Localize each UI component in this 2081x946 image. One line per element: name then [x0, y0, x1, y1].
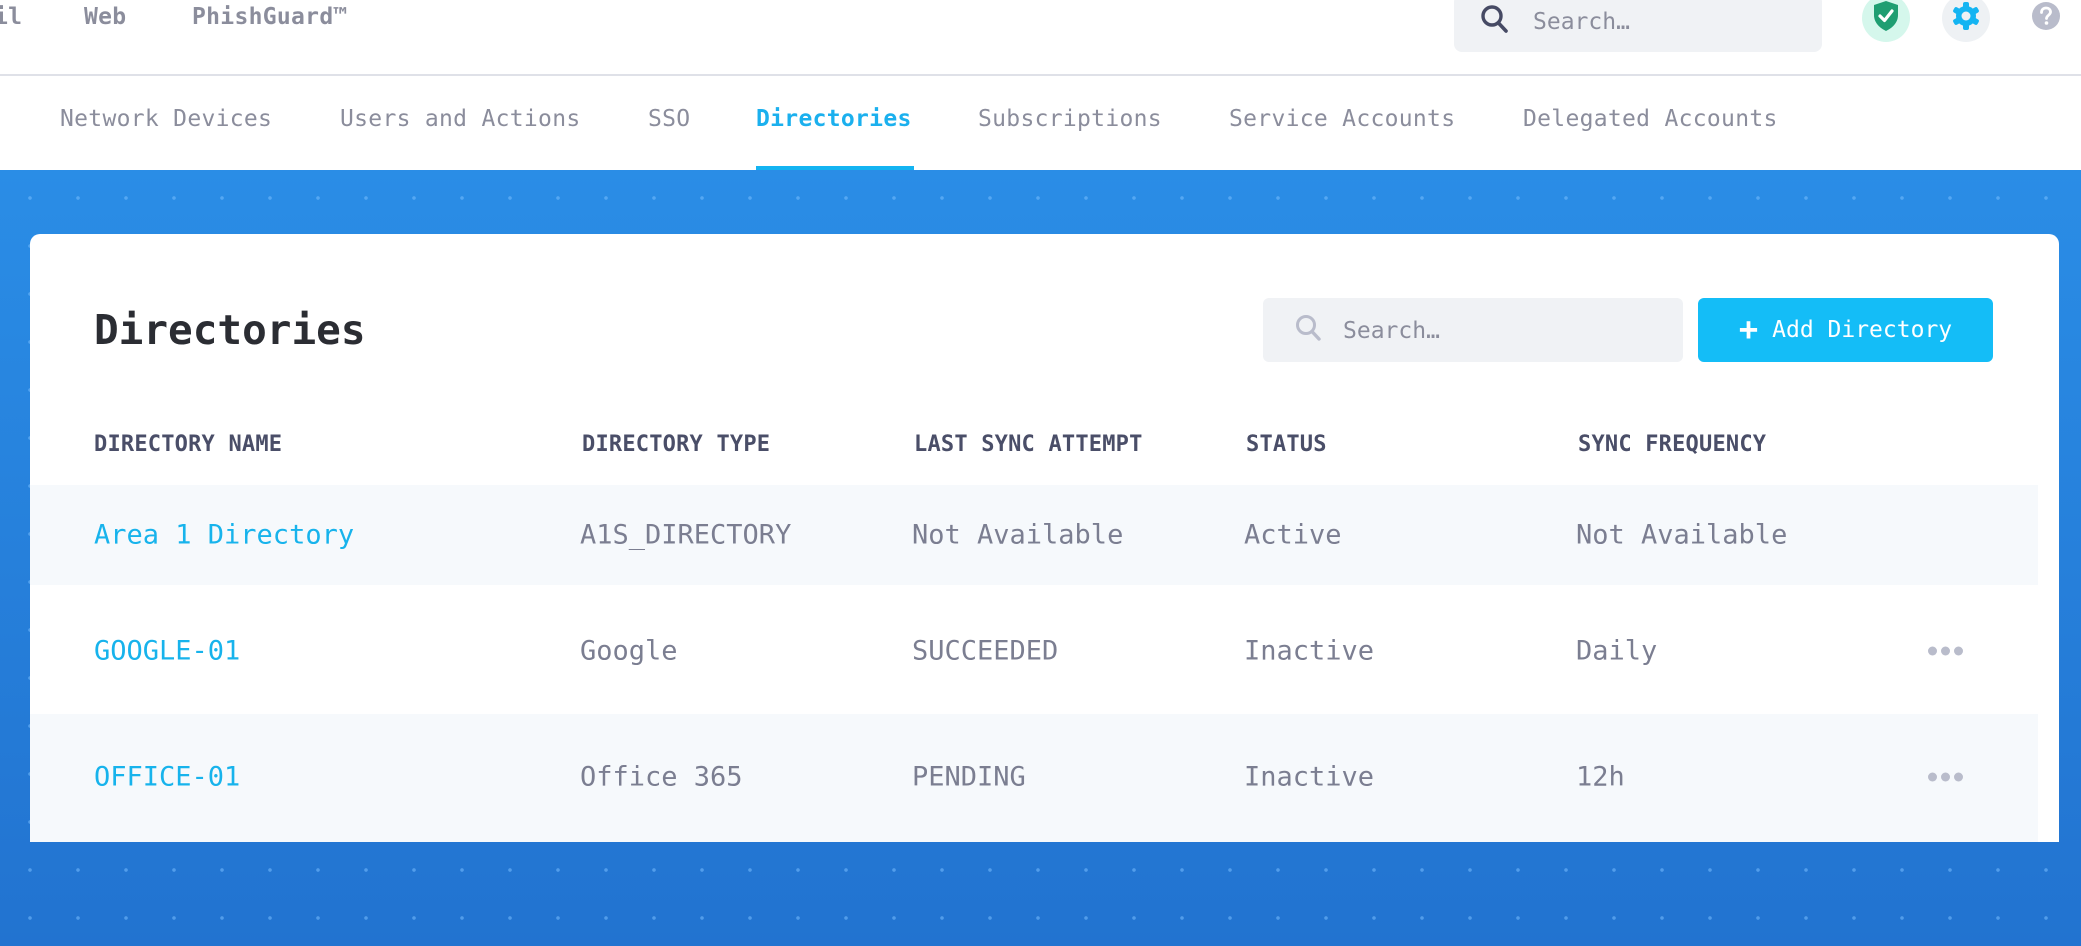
add-directory-button[interactable]: + Add Directory [1698, 298, 1993, 362]
tab-service-accounts[interactable]: Service Accounts [1229, 106, 1455, 132]
help-icon [2031, 1, 2061, 35]
table-row: OFFICE-01 Office 365 PENDING Inactive 12… [30, 714, 2038, 842]
tab-directories[interactable]: Directories [756, 106, 912, 132]
directories-card: Directories + Add Directory DIRECTORY NA… [30, 234, 2059, 842]
sync-frequency: Not Available [1576, 519, 1788, 551]
column-header-last-sync-attempt[interactable]: LAST SYNC ATTEMPT [914, 432, 1143, 457]
directory-name-link[interactable]: Area 1 Directory [94, 520, 354, 551]
add-directory-label: Add Directory [1772, 317, 1953, 343]
help-button[interactable] [2022, 0, 2070, 42]
shield-check-icon [1872, 0, 1900, 36]
global-search-input[interactable] [1531, 4, 1805, 40]
directory-type: Office 365 [580, 761, 743, 793]
gear-icon [1951, 1, 1981, 35]
top-nav-item-phishguard[interactable]: PhishGuard™ [192, 4, 348, 30]
column-header-sync-frequency[interactable]: SYNC FREQUENCY [1578, 432, 1766, 457]
settings-button[interactable] [1942, 0, 1990, 42]
tab-delegated-accounts[interactable]: Delegated Accounts [1523, 106, 1778, 132]
more-dots-icon [1928, 772, 1937, 782]
row-actions-menu-button[interactable] [1922, 767, 1969, 788]
status: Inactive [1244, 635, 1375, 667]
top-navigation-bar: il Web PhishGuard™ [0, 0, 2081, 76]
tab-users-and-actions[interactable]: Users and Actions [340, 106, 581, 132]
directory-search-input[interactable] [1341, 314, 1665, 348]
column-header-directory-type[interactable]: DIRECTORY TYPE [582, 432, 770, 457]
status: Active [1244, 519, 1342, 551]
tab-sso[interactable]: SSO [648, 106, 690, 132]
tab-network-devices[interactable]: Network Devices [60, 106, 272, 132]
settings-tabs: Network Devices Users and Actions SSO Di… [0, 76, 2081, 171]
security-status-button[interactable] [1862, 0, 1910, 42]
table-row: GOOGLE-01 Google SUCCEEDED Inactive Dail… [30, 585, 2038, 714]
last-sync-attempt: PENDING [912, 761, 1026, 793]
top-nav-item-email[interactable]: il [0, 4, 22, 30]
status: Inactive [1244, 761, 1375, 793]
search-icon [1295, 313, 1323, 349]
column-header-directory-name[interactable]: DIRECTORY NAME [94, 432, 282, 457]
sync-frequency: Daily [1576, 635, 1658, 667]
plus-icon: + [1738, 309, 1759, 348]
table-row: Area 1 Directory A1S_DIRECTORY Not Avail… [30, 485, 2038, 585]
last-sync-attempt: SUCCEEDED [912, 635, 1059, 667]
more-dots-icon [1928, 646, 1937, 656]
sync-frequency: 12h [1576, 761, 1625, 793]
directory-name-link[interactable]: GOOGLE-01 [94, 636, 240, 667]
global-search[interactable] [1454, 0, 1822, 52]
directory-type: A1S_DIRECTORY [580, 519, 792, 551]
directory-name-link[interactable]: OFFICE-01 [94, 762, 240, 793]
last-sync-attempt: Not Available [912, 519, 1124, 551]
search-icon [1480, 2, 1510, 40]
page-title: Directories [94, 306, 366, 354]
directory-type: Google [580, 635, 678, 667]
directory-search[interactable] [1263, 298, 1683, 362]
row-actions-menu-button[interactable] [1922, 641, 1969, 662]
top-nav-item-web[interactable]: Web [84, 4, 126, 30]
tab-subscriptions[interactable]: Subscriptions [978, 106, 1162, 132]
column-header-status[interactable]: STATUS [1246, 432, 1327, 457]
